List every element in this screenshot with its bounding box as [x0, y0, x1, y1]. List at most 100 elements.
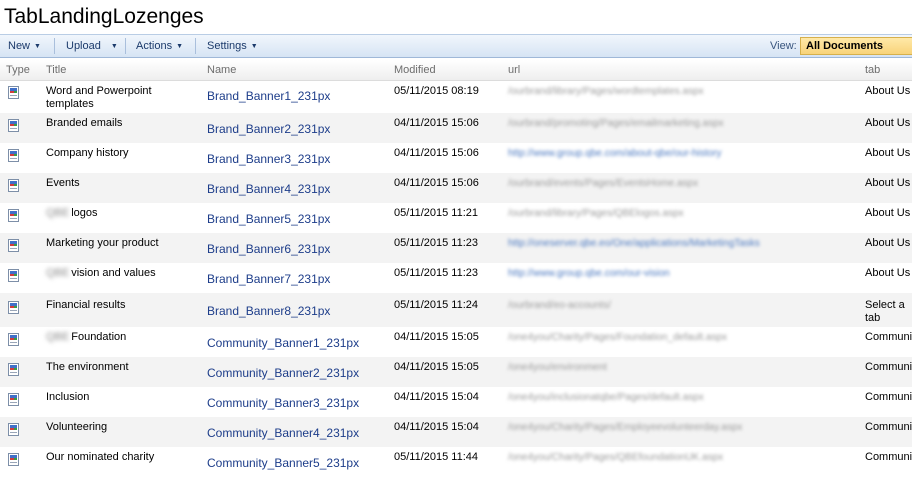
- title-cell: Inclusion: [46, 391, 196, 404]
- column-header-modified[interactable]: Modified: [394, 64, 436, 76]
- tab-value: Community: [865, 451, 912, 463]
- url-value: /ourbrand/events/Pages/EventsHome.aspx: [508, 178, 699, 189]
- toolbar-divider: [195, 38, 196, 54]
- modified-date: 04/11/2015 15:04: [394, 391, 479, 403]
- new-menu-button[interactable]: New ▼: [8, 35, 41, 57]
- title-cell: Events: [46, 177, 196, 190]
- image-file-icon[interactable]: [8, 301, 19, 314]
- tab-value: Community: [865, 421, 912, 433]
- image-file-icon[interactable]: [8, 333, 19, 346]
- tab-value: About Us: [865, 267, 911, 279]
- title-prefix: QBE: [46, 267, 70, 279]
- title-text: Company history: [46, 147, 129, 159]
- image-file-icon[interactable]: [8, 119, 19, 132]
- image-file-icon[interactable]: [8, 239, 19, 252]
- document-name-link[interactable]: Community_Banner1_231px: [207, 336, 359, 350]
- toolbar-divider: [54, 38, 55, 54]
- tab-value: About Us: [865, 117, 911, 129]
- document-name-link[interactable]: Brand_Banner2_231px: [207, 122, 330, 136]
- url-value[interactable]: http://www.group.qbe.com/about-qbe/our-h…: [508, 148, 721, 159]
- modified-date: 04/11/2015 15:06: [394, 177, 479, 189]
- upload-menu-button[interactable]: Upload ▼: [66, 35, 118, 57]
- column-header-title[interactable]: Title: [46, 64, 66, 76]
- new-label: New: [8, 40, 31, 52]
- column-header-url[interactable]: url: [508, 64, 520, 76]
- settings-menu-button[interactable]: Settings ▼: [207, 35, 258, 57]
- table-row: The environment Community_Banner2_231px 04…: [0, 357, 912, 387]
- page-title: TabLandingLozenges: [4, 5, 204, 28]
- image-file-icon[interactable]: [8, 363, 19, 376]
- chevron-down-icon: ▼: [110, 43, 118, 50]
- image-file-icon[interactable]: [8, 393, 19, 406]
- modified-date: 05/11/2015 11:21: [394, 207, 479, 219]
- document-name-link[interactable]: Brand_Banner8_231px: [207, 304, 330, 318]
- document-name-link[interactable]: Brand_Banner3_231px: [207, 152, 330, 166]
- tab-value: About Us: [865, 177, 911, 189]
- document-name-link[interactable]: Brand_Banner1_231px: [207, 89, 330, 103]
- document-name-link[interactable]: Brand_Banner5_231px: [207, 212, 330, 226]
- table-row: Inclusion Community_Banner3_231px 04/11/20…: [0, 387, 912, 417]
- title-cell: Company history: [46, 147, 196, 160]
- modified-date: 04/11/2015 15:06: [394, 147, 479, 159]
- image-file-icon[interactable]: [8, 423, 19, 436]
- title-cell: QBE logos: [46, 207, 196, 220]
- document-name-link[interactable]: Brand_Banner4_231px: [207, 182, 330, 196]
- title-text: The environment: [46, 361, 129, 373]
- url-value: /ourbrand/eo-accounts/: [508, 300, 611, 311]
- title-text: Events: [46, 177, 80, 189]
- image-file-icon[interactable]: [8, 269, 19, 282]
- document-name-link[interactable]: Community_Banner2_231px: [207, 366, 359, 380]
- actions-label: Actions: [136, 40, 173, 52]
- document-name-link[interactable]: Brand_Banner7_231px: [207, 272, 330, 286]
- document-name-link[interactable]: Community_Banner3_231px: [207, 396, 359, 410]
- column-header-tab[interactable]: tab: [865, 64, 880, 76]
- url-value[interactable]: http://oneserver.qbe.eo/One/applications…: [508, 238, 760, 249]
- document-name-link[interactable]: Community_Banner4_231px: [207, 426, 359, 440]
- url-value: /one4you/Charity/Pages/Foundation_defaul…: [508, 332, 728, 343]
- url-value: /one4you/Charity/Pages/QBEfoundationUK.a…: [508, 452, 724, 463]
- title-text: Financial results: [46, 299, 126, 311]
- view-label: View:: [770, 40, 797, 52]
- chevron-down-icon: ▼: [250, 43, 258, 50]
- title-cell: The environment: [46, 361, 196, 374]
- title-cell: Financial results: [46, 299, 196, 312]
- title-text: Marketing your product: [46, 237, 159, 249]
- image-file-icon[interactable]: [8, 149, 19, 162]
- title-prefix: QBE: [46, 331, 70, 343]
- column-header-name[interactable]: Name: [207, 64, 236, 76]
- settings-label: Settings: [207, 40, 247, 52]
- tab-value: About Us: [865, 207, 911, 219]
- chevron-down-icon: ▼: [176, 43, 184, 50]
- table-row: Marketing your product Brand_Banner6_231p…: [0, 233, 912, 263]
- table-row: Branded emails Brand_Banner2_231px 04/11/2…: [0, 113, 912, 143]
- actions-menu-button[interactable]: Actions ▼: [136, 35, 183, 57]
- title-cell: QBE vision and values: [46, 267, 196, 280]
- tab-value: About Us: [865, 85, 911, 97]
- column-header-type[interactable]: Type: [6, 64, 30, 76]
- document-name-link[interactable]: Brand_Banner6_231px: [207, 242, 330, 256]
- chevron-down-icon: ▼: [34, 43, 41, 50]
- image-file-icon[interactable]: [8, 179, 19, 192]
- image-file-icon[interactable]: [8, 453, 19, 466]
- table-row: QBE logos Brand_Banner5_231px 05/11/2015 11…: [0, 203, 912, 233]
- title-cell: Volunteering: [46, 421, 196, 434]
- table-row: QBE Foundation Community_Banner1_231px 04/1…: [0, 327, 912, 357]
- document-name-link[interactable]: Community_Banner5_231px: [207, 456, 359, 470]
- toolbar-divider: [125, 38, 126, 54]
- image-file-icon[interactable]: [8, 209, 19, 222]
- title-cell: Branded emails: [46, 117, 196, 130]
- tab-value: Community: [865, 331, 912, 343]
- title-text: Volunteering: [46, 421, 108, 433]
- title-text: Branded emails: [46, 117, 123, 129]
- title-cell: Marketing your product: [46, 237, 196, 250]
- url-value: /ourbrand/promoting/Pages/emailmarketing…: [508, 118, 724, 129]
- image-file-icon[interactable]: [8, 86, 19, 99]
- url-value: /ourbrand/library/Pages/wordtemplates.as…: [508, 86, 704, 97]
- view-selector[interactable]: All Documents: [800, 37, 912, 55]
- title-text: Foundation: [71, 331, 127, 343]
- url-value[interactable]: http://www.group.qbe.com/our-vision: [508, 268, 670, 279]
- table-row: QBE vision and values Brand_Banner7_231px 0…: [0, 263, 912, 293]
- title-cell: Word and Powerpoint templates: [46, 85, 196, 111]
- modified-date: 04/11/2015 15:05: [394, 331, 479, 343]
- table-row: Word and Powerpoint templates Brand_Banne…: [0, 81, 912, 113]
